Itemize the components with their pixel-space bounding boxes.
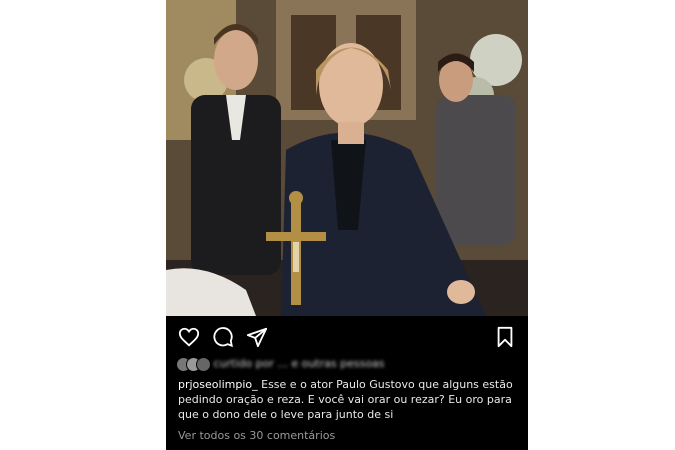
caption-username[interactable]: prjoseolimpio_ bbox=[178, 378, 258, 391]
view-comments-link[interactable]: Ver todos os 30 comentários bbox=[178, 429, 335, 442]
liker-avatars bbox=[176, 356, 211, 372]
post-photo-illustration bbox=[166, 0, 528, 316]
likes-summary[interactable]: curtido por ... e outras pessoas bbox=[176, 356, 516, 372]
send-icon[interactable] bbox=[246, 326, 268, 348]
comment-icon[interactable] bbox=[212, 326, 234, 348]
post-actions-bar bbox=[166, 320, 528, 352]
likes-text: curtido por ... e outras pessoas bbox=[213, 356, 385, 370]
post-photo bbox=[166, 0, 528, 316]
avatar bbox=[196, 356, 211, 372]
heart-icon[interactable] bbox=[178, 326, 200, 348]
bookmark-icon[interactable] bbox=[494, 326, 516, 348]
post-caption: prjoseolimpio_ Esse e o ator Paulo Gusto… bbox=[178, 377, 520, 422]
instagram-post: curtido por ... e outras pessoas prjoseo… bbox=[166, 0, 528, 450]
